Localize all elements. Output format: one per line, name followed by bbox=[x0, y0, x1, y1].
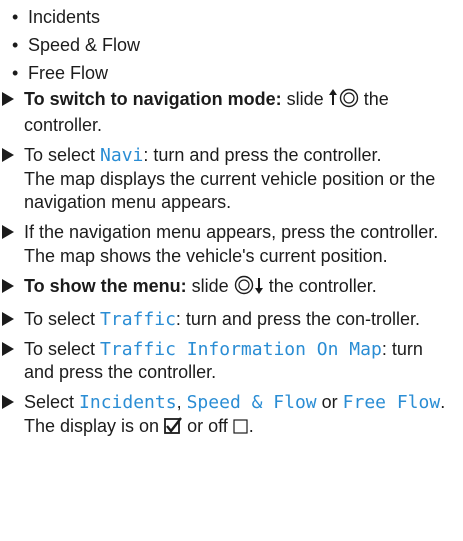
step-text: : turn and press the controller. bbox=[143, 145, 382, 165]
display-options-list: Incidents Speed & Flow Free Flow bbox=[12, 6, 140, 90]
step-arrow-icon bbox=[2, 148, 14, 162]
step-switch-navigation: To switch to navigation mode: slide the … bbox=[2, 88, 457, 137]
step-arrow-icon bbox=[2, 395, 14, 409]
step-result: The map shows the vehicle's current posi… bbox=[24, 246, 388, 266]
step-arrow-icon bbox=[2, 92, 14, 106]
step-text: The display is on bbox=[24, 416, 165, 436]
step-text: . bbox=[440, 392, 446, 412]
step-text: slide bbox=[186, 276, 234, 296]
instruction-steps: To switch to navigation mode: slide the … bbox=[2, 88, 457, 448]
menu-item-traffic-information-on-map: Traffic Information On Map bbox=[100, 339, 382, 360]
bullet-item-speed-flow: Speed & Flow bbox=[12, 34, 140, 62]
step-text: slide bbox=[281, 89, 329, 109]
step-select-traffic: To select Traffic: turn and press the co… bbox=[2, 308, 457, 331]
step-text: To select bbox=[24, 309, 101, 329]
step-select-navi: To select Navi: turn and press the contr… bbox=[2, 144, 457, 214]
bullet-item-free-flow: Free Flow bbox=[12, 62, 140, 90]
step-arrow-icon bbox=[2, 342, 14, 356]
step-heading: To switch to navigation mode: bbox=[24, 89, 282, 109]
step-arrow-icon bbox=[2, 312, 14, 326]
step-select-traffic-info: To select Traffic Information On Map: tu… bbox=[2, 338, 457, 384]
step-show-menu: To show the menu: slide the controller. bbox=[2, 275, 457, 301]
controller-slide-down-icon bbox=[234, 275, 264, 301]
step-text: To select bbox=[24, 145, 101, 165]
step-text: or off bbox=[182, 416, 233, 436]
step-navigation-menu: If the navigation menu appears, press th… bbox=[2, 221, 457, 268]
menu-item-incidents: Incidents bbox=[79, 392, 177, 413]
menu-item-free-flow: Free Flow bbox=[342, 392, 441, 413]
controller-slide-up-icon bbox=[328, 88, 359, 114]
step-result: The display is on or off . bbox=[24, 415, 457, 441]
step-text: If the navigation menu appears, press th… bbox=[24, 222, 439, 242]
manual-page: Incidents Speed & Flow Free Flow To swit… bbox=[0, 0, 463, 541]
bullet-item-incidents: Incidents bbox=[12, 6, 140, 34]
step-text: Select bbox=[24, 392, 80, 412]
menu-item-speed-flow: Speed & Flow bbox=[186, 392, 317, 413]
step-result: The map displays the current vehicle pos… bbox=[24, 169, 436, 212]
step-text: To select bbox=[24, 339, 101, 359]
step-arrow-icon bbox=[2, 225, 14, 239]
step-select-display-option: Select Incidents, Speed & Flow or Free F… bbox=[2, 391, 457, 441]
checkbox-unchecked-icon bbox=[233, 418, 249, 441]
step-text: the controller. bbox=[263, 276, 377, 296]
menu-item-traffic: Traffic bbox=[100, 309, 176, 330]
step-text: or bbox=[316, 392, 343, 412]
step-text: : turn and press the con-troller. bbox=[175, 309, 421, 329]
step-text: , bbox=[176, 392, 187, 412]
checkbox-checked-icon bbox=[164, 417, 183, 441]
menu-item-navi: Navi bbox=[100, 145, 144, 166]
step-arrow-icon bbox=[2, 279, 14, 293]
step-heading: To show the menu: bbox=[24, 276, 187, 296]
step-text: . bbox=[248, 416, 254, 436]
